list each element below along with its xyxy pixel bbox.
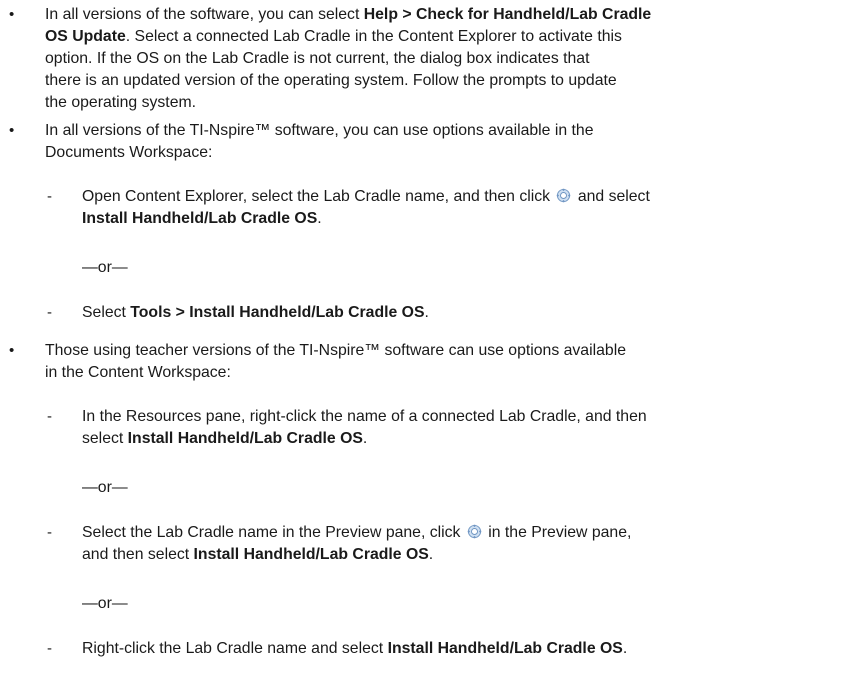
menu-path-bold: Help > Check for Handheld/Lab Cradle [363, 6, 652, 23]
text-segment: Select the Lab Cradle name in the Previe… [82, 524, 465, 541]
text-segment: Select [82, 304, 131, 321]
dash-glyph: - [47, 524, 52, 541]
sub-text: Select the Lab Cradle name in the Previe… [82, 522, 852, 566]
text-segment: . [424, 304, 429, 321]
bullet-text: In all versions of the TI-Nspire™ softwa… [45, 120, 835, 164]
text-line: in the Content Workspace: [45, 364, 231, 381]
dash-glyph: - [47, 188, 52, 205]
text-segment: . [428, 546, 434, 563]
text-line: In all versions of the TI-Nspire™ softwa… [45, 122, 594, 139]
text-segment: . [622, 640, 628, 657]
text-segment: Right-click the Lab Cradle name and sele… [82, 640, 388, 657]
text-segment: In all versions of the software, you can… [45, 6, 364, 23]
text-line: Those using teacher versions of the TI-N… [45, 342, 626, 359]
text-line: there is an updated version of the opera… [45, 72, 617, 89]
dash-glyph: - [47, 408, 52, 425]
gear-icon [467, 524, 482, 539]
menu-item-bold: Install Handheld/Lab Cradle OS [387, 640, 623, 657]
text-line: the operating system. [45, 94, 197, 111]
gear-icon [557, 188, 571, 203]
text-line: In the Resources pane, right-click the n… [82, 408, 647, 425]
text-segment: in the Preview pane, [483, 524, 632, 541]
bullet-glyph: • [9, 6, 15, 23]
text-segment: select [82, 430, 128, 447]
sub-text: Open Content Explorer, select the Lab Cr… [82, 186, 852, 230]
text-segment: . Select a connected Lab Cradle in the C… [125, 28, 622, 45]
or-separator: —or— [82, 595, 128, 612]
bullet-glyph: • [9, 122, 15, 139]
sub-text: Select Tools > Install Handheld/Lab Crad… [82, 302, 852, 324]
menu-item-bold: Install Handheld/Lab Cradle OS [82, 210, 318, 227]
text-line: option. If the OS on the Lab Cradle is n… [45, 50, 590, 67]
text-segment: and then select [82, 546, 194, 563]
text-line: Documents Workspace: [45, 144, 213, 161]
dash-glyph: - [47, 304, 52, 321]
text-segment: . [317, 210, 322, 227]
text-segment: . [362, 430, 368, 447]
menu-item-bold: Install Handheld/Lab Cradle OS [193, 546, 429, 563]
or-separator: —or— [82, 259, 128, 276]
sub-text: Right-click the Lab Cradle name and sele… [82, 638, 852, 660]
menu-path-bold: Tools > Install Handheld/Lab Cradle OS [130, 304, 425, 321]
text-segment: Open Content Explorer, select the Lab Cr… [82, 188, 555, 205]
menu-path-bold: OS Update [45, 28, 126, 45]
sub-text: In the Resources pane, right-click the n… [82, 406, 852, 450]
bullet-glyph: • [9, 342, 15, 359]
menu-item-bold: Install Handheld/Lab Cradle OS [127, 430, 363, 447]
or-separator: —or— [82, 479, 128, 496]
bullet-text: In all versions of the software, you can… [45, 4, 835, 114]
dash-glyph: - [47, 640, 52, 657]
text-segment: and select [573, 188, 650, 205]
document-page: • In all versions of the software, you c… [0, 0, 865, 686]
bullet-text: Those using teacher versions of the TI-N… [45, 340, 835, 384]
